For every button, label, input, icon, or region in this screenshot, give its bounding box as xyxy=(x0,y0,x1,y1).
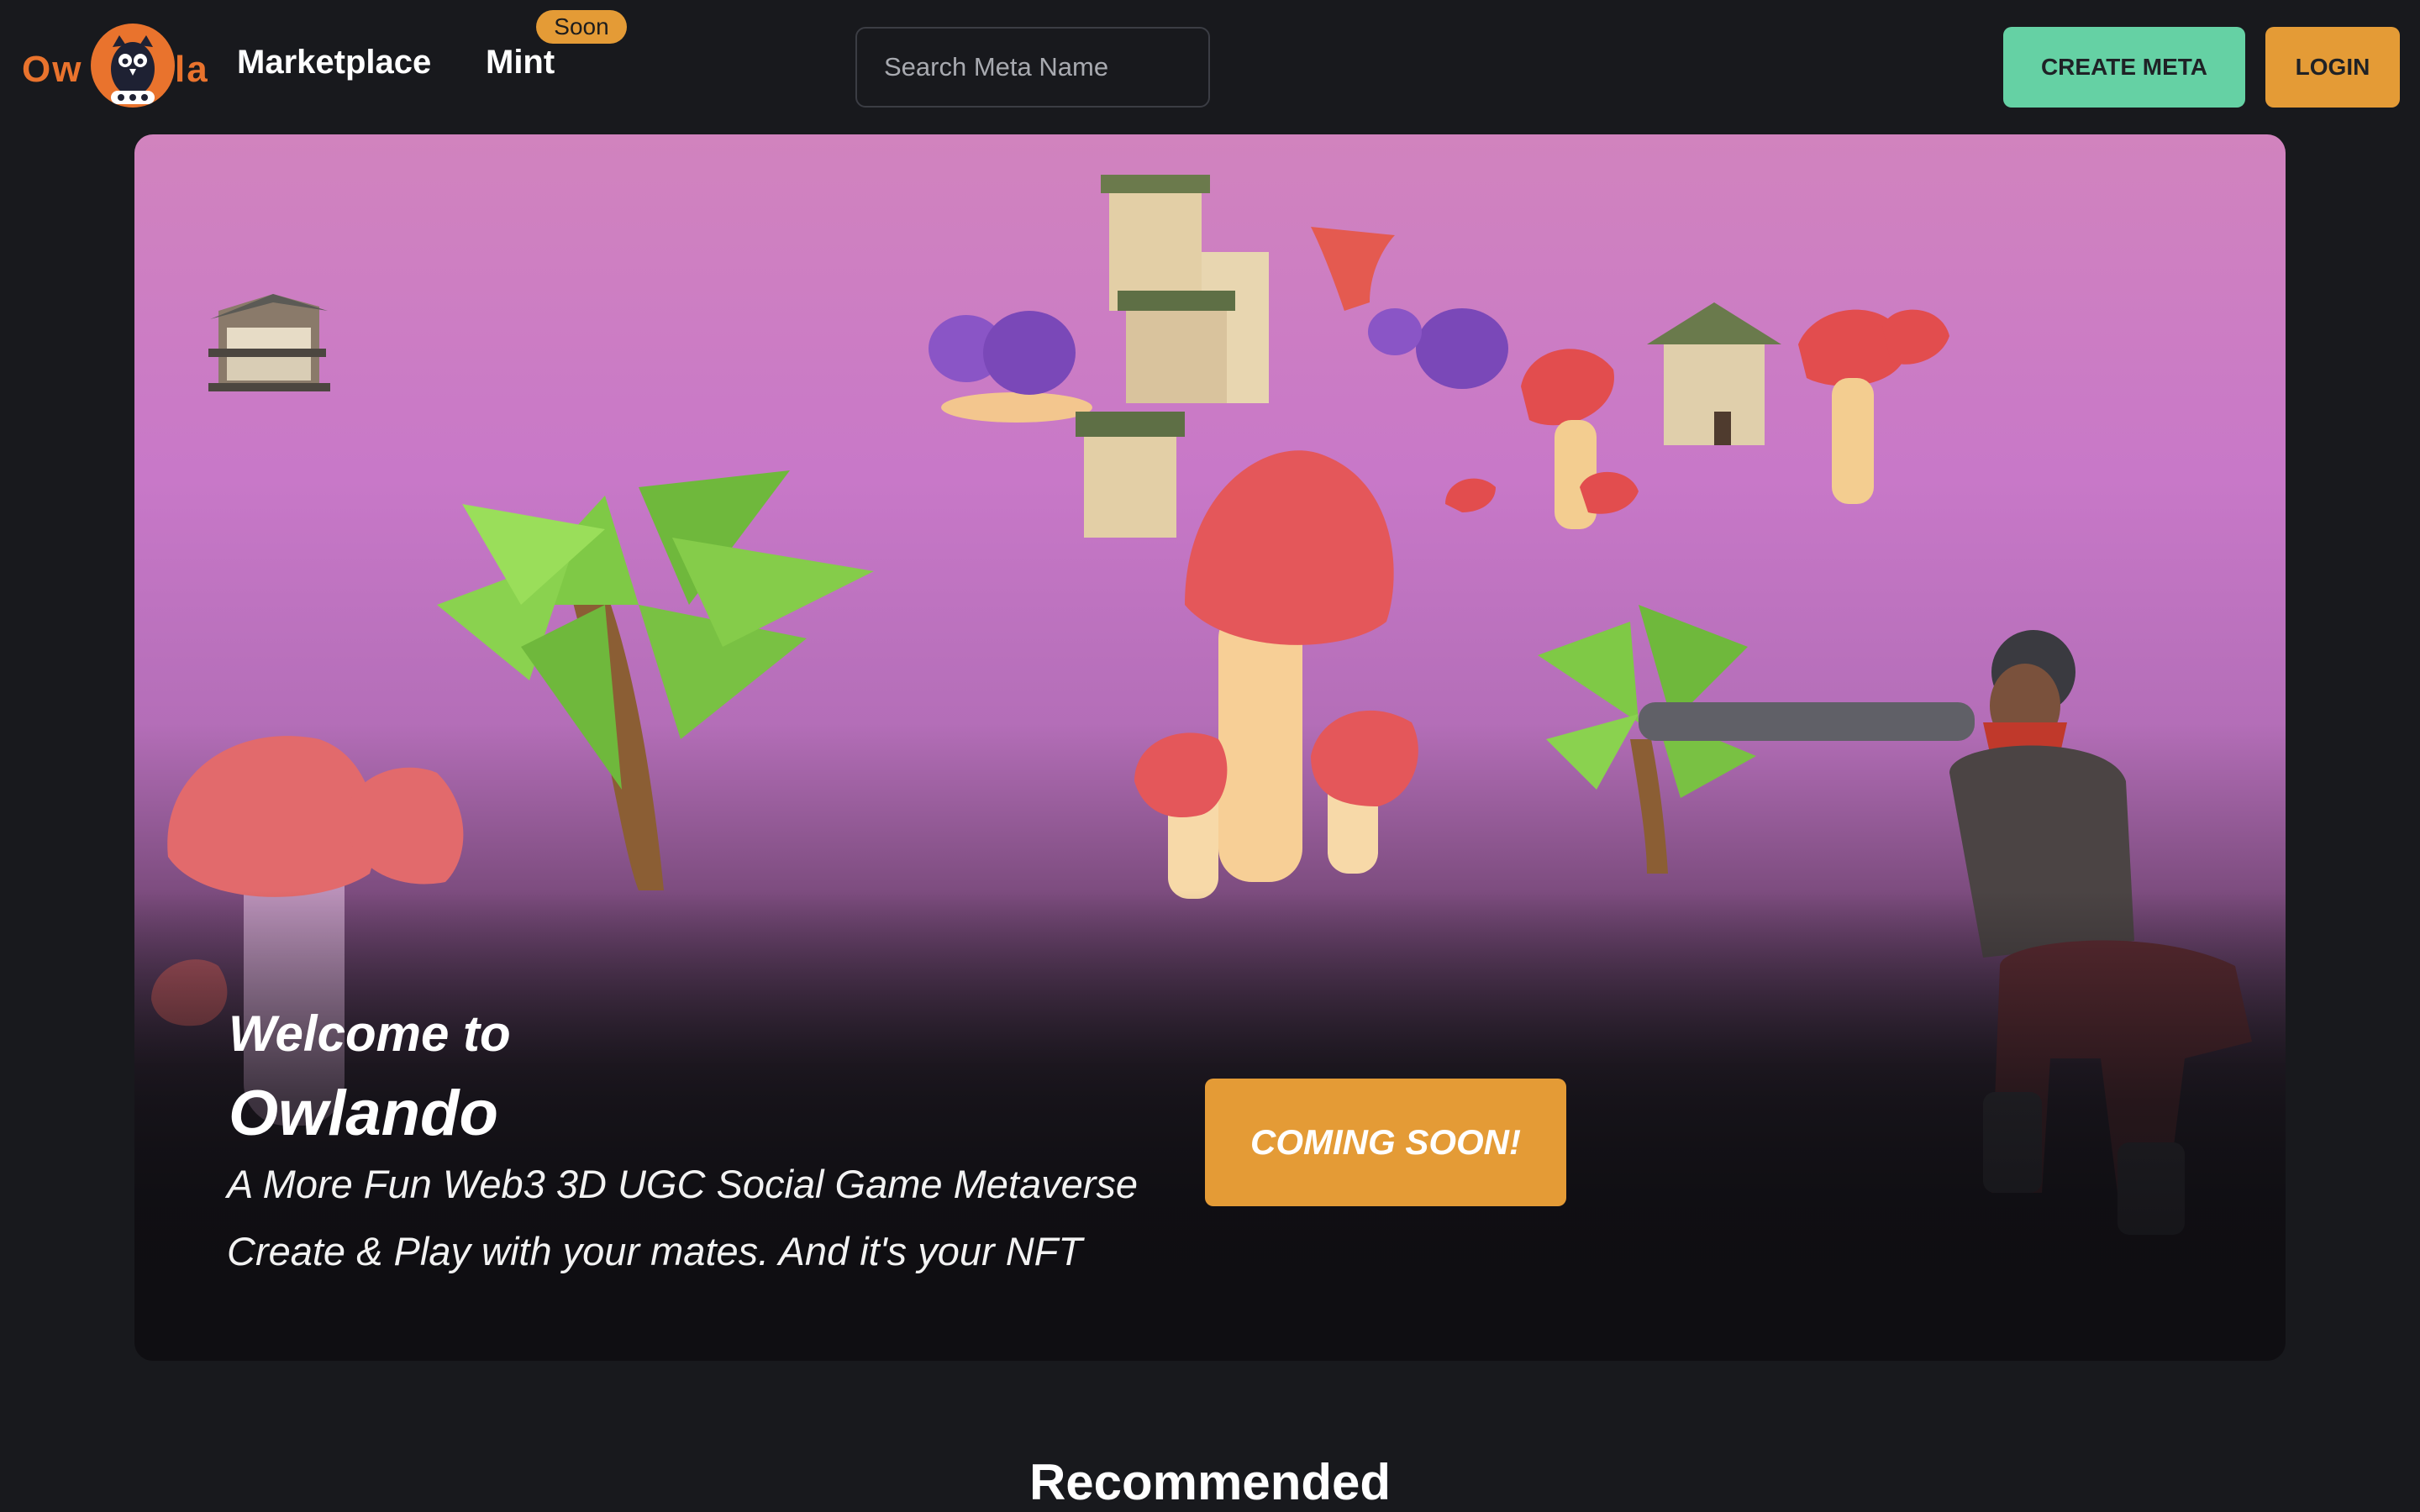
logo-text-right: la xyxy=(175,49,209,90)
hero-title: Owlando xyxy=(229,1078,498,1149)
hero-welcome-text: Welcome to xyxy=(229,1005,511,1062)
owl-logo-icon xyxy=(91,24,175,108)
hero-banner: Welcome to Owlando A More Fun Web3 3D UG… xyxy=(134,134,2286,1361)
create-meta-button[interactable]: CREATE META xyxy=(2003,27,2245,108)
central-village-illustration xyxy=(929,175,1508,538)
coming-soon-button[interactable]: COMING SOON! xyxy=(1205,1079,1566,1206)
palm-tree-left-illustration xyxy=(437,470,874,890)
recommended-section-title: Recommended xyxy=(1028,1454,1392,1510)
hero-subtitle-1: A More Fun Web3 3D UGC Social Game Metav… xyxy=(227,1162,1139,1206)
right-village-illustration xyxy=(1445,302,1949,529)
top-nav: Ow la Marketplace Mint Soon CREATE xyxy=(0,0,2420,134)
search-input[interactable] xyxy=(855,27,1210,108)
logo-text-left: Ow xyxy=(22,49,83,90)
nav-link-mint[interactable]: Mint xyxy=(486,44,555,81)
big-mushroom-illustration xyxy=(1134,450,1418,899)
nav-link-marketplace[interactable]: Marketplace xyxy=(237,44,431,81)
small-house-illustration xyxy=(208,294,330,391)
page: Ow la Marketplace Mint Soon CREATE xyxy=(0,0,2420,1512)
mint-soon-badge: Soon xyxy=(536,10,627,44)
site-logo[interactable]: Ow la xyxy=(22,17,209,118)
hero-subtitle-2: Create & Play with your mates. And it's … xyxy=(227,1229,1083,1273)
login-button[interactable]: LOGIN xyxy=(2265,27,2400,108)
